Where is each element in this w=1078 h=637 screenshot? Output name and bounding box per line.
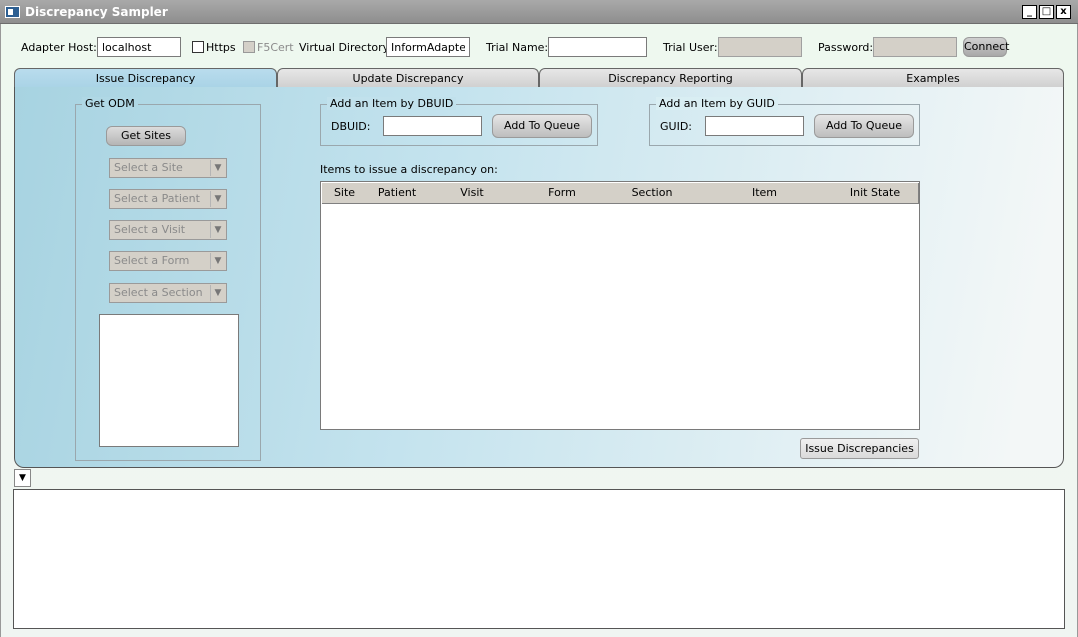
- chevron-down-icon: ▼: [19, 473, 26, 483]
- trial-name-label: Trial Name:: [486, 41, 549, 54]
- password-label: Password:: [818, 41, 874, 54]
- chevron-down-icon: ▼: [210, 285, 225, 301]
- tab-issue-discrepancy[interactable]: Issue Discrepancy: [14, 68, 277, 88]
- column-header-patient[interactable]: Patient: [367, 183, 428, 204]
- column-header-visit[interactable]: Visit: [427, 183, 518, 204]
- virtual-directory-input[interactable]: [386, 37, 470, 57]
- column-header-init-state[interactable]: Init State: [832, 183, 919, 204]
- guid-label: GUID:: [660, 120, 692, 133]
- connect-button[interactable]: Connect: [963, 37, 1009, 57]
- items-caption: Items to issue a discrepancy on:: [320, 163, 498, 176]
- chevron-down-icon: ▼: [210, 160, 225, 176]
- window-title: Discrepancy Sampler: [25, 5, 168, 19]
- patient-select[interactable]: Select a Patient ▼: [109, 189, 227, 209]
- add-guid-to-queue-button[interactable]: Add To Queue: [814, 114, 914, 138]
- https-label: Https: [206, 41, 236, 54]
- tab-update-discrepancy[interactable]: Update Discrepancy: [277, 68, 539, 88]
- trial-user-label: Trial User:: [663, 41, 718, 54]
- close-button[interactable]: x: [1056, 5, 1071, 19]
- password-input[interactable]: [873, 37, 957, 57]
- adapter-host-input[interactable]: [97, 37, 181, 57]
- minimize-button[interactable]: _: [1022, 5, 1037, 19]
- issue-discrepancies-button[interactable]: Issue Discrepancies: [800, 438, 919, 459]
- column-header-site[interactable]: Site: [322, 183, 368, 204]
- tab-examples[interactable]: Examples: [802, 68, 1064, 88]
- trial-name-input[interactable]: [548, 37, 647, 57]
- dbuid-label: DBUID:: [331, 120, 371, 133]
- visit-select[interactable]: Select a Visit ▼: [109, 220, 227, 240]
- form-select[interactable]: Select a Form ▼: [109, 251, 227, 271]
- dbuid-group-label: Add an Item by DBUID: [327, 97, 457, 110]
- f5cert-label: F5Cert: [257, 41, 294, 54]
- column-header-item[interactable]: Item: [697, 183, 833, 204]
- odm-item-list[interactable]: [99, 314, 239, 447]
- dbuid-input[interactable]: [383, 116, 482, 136]
- log-output[interactable]: [13, 489, 1065, 629]
- maximize-button[interactable]: □: [1039, 5, 1054, 19]
- app-icon: [5, 6, 20, 18]
- chevron-down-icon: ▼: [210, 253, 225, 269]
- items-table[interactable]: Site Patient Visit Form Section Item Ini…: [320, 181, 920, 430]
- trial-user-input[interactable]: [718, 37, 802, 57]
- guid-group-label: Add an Item by GUID: [656, 97, 778, 110]
- column-header-form[interactable]: Form: [517, 183, 608, 204]
- f5cert-checkbox[interactable]: [243, 41, 255, 53]
- tab-discrepancy-reporting[interactable]: Discrepancy Reporting: [539, 68, 802, 88]
- section-select[interactable]: Select a Section ▼: [109, 283, 227, 303]
- virtual-directory-label: Virtual Directory:: [299, 41, 393, 54]
- chevron-down-icon: ▼: [210, 191, 225, 207]
- add-dbuid-to-queue-button[interactable]: Add To Queue: [492, 114, 592, 138]
- title-bar[interactable]: Discrepancy Sampler _ □ x: [0, 0, 1078, 24]
- https-checkbox[interactable]: [192, 41, 204, 53]
- get-sites-button[interactable]: Get Sites: [106, 126, 186, 146]
- get-odm-group-label: Get ODM: [82, 97, 138, 110]
- chevron-down-icon: ▼: [210, 222, 225, 238]
- site-select[interactable]: Select a Site ▼: [109, 158, 227, 178]
- column-header-section[interactable]: Section: [607, 183, 698, 204]
- guid-input[interactable]: [705, 116, 804, 136]
- collapse-log-button[interactable]: ▼: [14, 469, 31, 487]
- adapter-host-label: Adapter Host:: [21, 41, 97, 54]
